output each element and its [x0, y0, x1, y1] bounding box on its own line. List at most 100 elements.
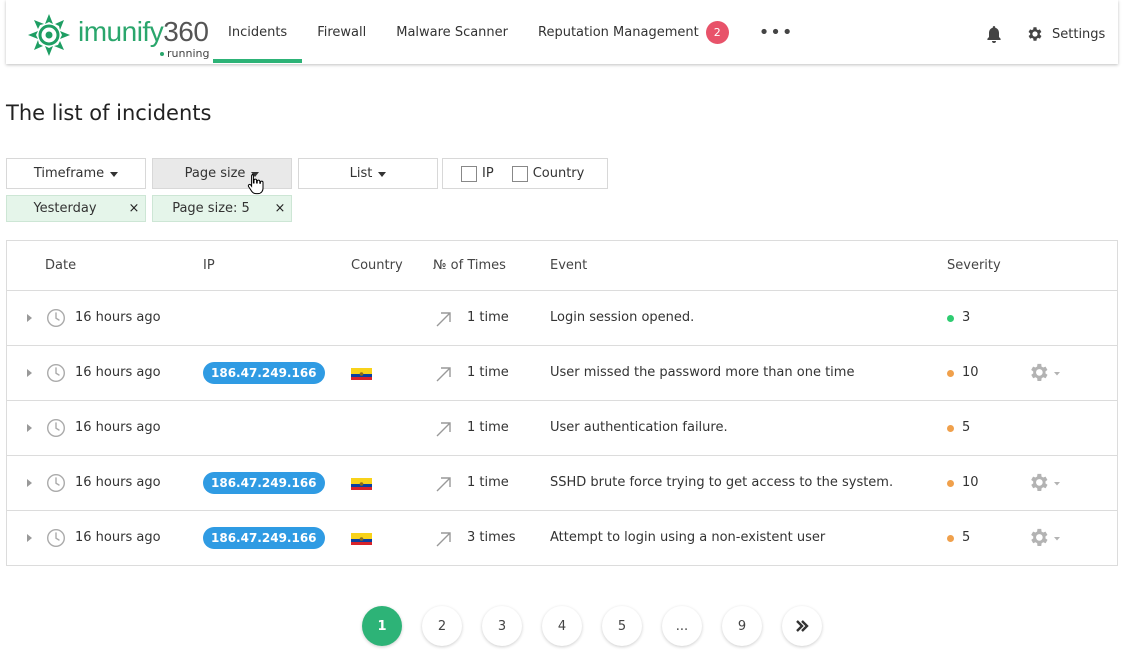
remove-filter-button[interactable]: ×: [269, 201, 291, 216]
page-button-1[interactable]: 1: [362, 606, 402, 646]
caret-down-icon: [110, 172, 119, 177]
incident-date: 16 hours ago: [75, 365, 161, 380]
severity-dot: [947, 370, 954, 377]
row-actions-gear-icon[interactable]: [1028, 362, 1062, 384]
event-description: Login session opened.: [550, 310, 695, 325]
ip-address-badge[interactable]: 186.47.249.166: [203, 472, 325, 494]
column-header-country[interactable]: Country: [351, 258, 403, 273]
page-button-2[interactable]: 2: [422, 606, 462, 646]
status-dot: [160, 52, 164, 56]
expand-row-icon[interactable]: [27, 369, 32, 377]
arrow-up-right-icon: [434, 420, 452, 438]
arrow-up-right-icon: [434, 365, 452, 383]
arrow-up-right-icon: [434, 310, 452, 328]
nav-tab-incidents[interactable]: Incidents: [213, 0, 303, 64]
ip-address-badge[interactable]: 186.47.249.166: [203, 527, 325, 549]
event-description: User authentication failure.: [550, 420, 728, 435]
times-count: 1 time: [467, 310, 509, 325]
page-title: The list of incidents: [6, 101, 212, 125]
severity-value: 10: [962, 475, 979, 490]
table-row[interactable]: 16 hours ago 186.47.249.166 1 time SSHD bru…: [7, 456, 1117, 511]
ecuador-flag-icon: [351, 478, 372, 490]
settings-button[interactable]: Settings: [1026, 22, 1105, 46]
double-chevron-right-icon: [796, 620, 809, 632]
event-description: Attempt to login using a non-existent us…: [550, 530, 826, 545]
arrow-up-right-icon: [434, 475, 452, 493]
incident-date: 16 hours ago: [75, 530, 161, 545]
incident-date: 16 hours ago: [75, 310, 161, 325]
timeframe-dropdown[interactable]: Timeframe: [6, 158, 146, 189]
severity-dot: [947, 480, 954, 487]
gear-icon: [1028, 27, 1042, 41]
ip-checkbox[interactable]: IP: [461, 165, 494, 182]
service-status: running: [160, 47, 209, 60]
bell-icon[interactable]: [984, 24, 1004, 44]
column-toggles: IP Country: [442, 158, 608, 189]
severity-dot: [947, 425, 954, 432]
times-count: 1 time: [467, 365, 509, 380]
expand-row-icon[interactable]: [27, 479, 32, 487]
table-row[interactable]: 16 hours ago 186.47.249.166 3 times Attempt…: [7, 511, 1117, 566]
clock-icon: [46, 363, 66, 383]
severity-value: 5: [962, 530, 971, 545]
times-count: 1 time: [467, 420, 509, 435]
top-navigation-bar: imunify360 running Incidents Firewall Ma…: [6, 0, 1118, 64]
table-header: Date IP Country № of Times Event Severit…: [7, 241, 1117, 291]
event-description: SSHD brute force trying to get access to…: [550, 475, 894, 490]
settings-label: Settings: [1052, 26, 1106, 42]
logo-star-icon: [28, 14, 70, 56]
severity-value: 10: [962, 365, 979, 380]
last-page-button[interactable]: [782, 606, 822, 646]
checkbox-box[interactable]: [511, 165, 528, 182]
column-header-date[interactable]: Date: [45, 258, 76, 273]
ip-address-badge[interactable]: 186.47.249.166: [203, 362, 325, 384]
times-count: 3 times: [467, 530, 516, 545]
page-ellipsis[interactable]: ...: [662, 606, 702, 646]
caret-down-icon: [378, 172, 387, 177]
expand-row-icon[interactable]: [27, 534, 32, 542]
severity-dot: [947, 315, 954, 322]
event-description: User missed the password more than one t…: [550, 365, 855, 380]
incidents-table: Date IP Country № of Times Event Severit…: [6, 240, 1118, 566]
row-actions-gear-icon[interactable]: [1028, 527, 1062, 549]
page-size-dropdown[interactable]: Page size: [152, 158, 292, 189]
checkbox-box[interactable]: [461, 165, 477, 182]
ecuador-flag-icon: [351, 368, 372, 380]
main-nav: Incidents Firewall Malware Scanner Reput…: [213, 0, 809, 64]
clock-icon: [46, 308, 66, 328]
column-header-severity[interactable]: Severity: [947, 258, 1001, 273]
page-button-5[interactable]: 5: [602, 606, 642, 646]
filter-chip-yesterday: Yesterday ×: [6, 195, 146, 222]
table-row[interactable]: 16 hours ago 1 time Login session opened. 3: [7, 291, 1117, 346]
country-checkbox[interactable]: Country: [511, 165, 584, 182]
page-button-3[interactable]: 3: [482, 606, 522, 646]
row-actions-gear-icon[interactable]: [1028, 472, 1062, 494]
expand-row-icon[interactable]: [27, 314, 32, 322]
remove-filter-button[interactable]: ×: [123, 201, 145, 216]
nav-tab-firewall[interactable]: Firewall: [302, 0, 381, 64]
table-row[interactable]: 16 hours ago 1 time User authentication fa…: [7, 401, 1117, 456]
incident-date: 16 hours ago: [75, 475, 161, 490]
column-header-ip[interactable]: IP: [203, 258, 215, 273]
clock-icon: [46, 418, 66, 438]
page-button-4[interactable]: 4: [542, 606, 582, 646]
severity-dot: [947, 535, 954, 542]
notification-count-badge: 2: [705, 20, 729, 44]
times-count: 1 time: [467, 475, 509, 490]
imunify360-logo[interactable]: imunify360 running: [26, 10, 216, 60]
column-header-event[interactable]: Event: [550, 258, 587, 273]
table-row[interactable]: 16 hours ago 186.47.249.166 1 time User mis…: [7, 346, 1117, 401]
clock-icon: [46, 473, 66, 493]
nav-tab-malware-scanner[interactable]: Malware Scanner: [381, 0, 523, 64]
list-dropdown[interactable]: List: [298, 158, 438, 189]
more-menu-button[interactable]: •••: [744, 0, 809, 64]
page-button-9[interactable]: 9: [722, 606, 762, 646]
filter-chip-page-size: Page size: 5 ×: [152, 195, 292, 222]
ecuador-flag-icon: [351, 533, 372, 545]
expand-row-icon[interactable]: [27, 424, 32, 432]
hand-cursor-icon: [247, 174, 264, 195]
column-header-times[interactable]: № of Times: [433, 258, 506, 273]
nav-tab-reputation-management[interactable]: Reputation Management 2: [523, 0, 744, 64]
clock-icon: [46, 528, 66, 548]
severity-value: 3: [962, 310, 971, 325]
